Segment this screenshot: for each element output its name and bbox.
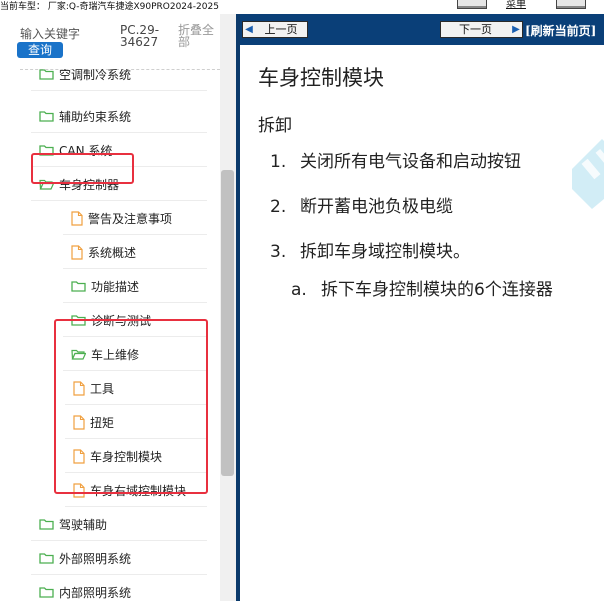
folder-icon: [39, 518, 54, 530]
divider: [31, 574, 207, 575]
page-nav-bar: ◀ 上一页 下一页 ▶ [刷新当前页]: [240, 14, 604, 45]
tree-item[interactable]: 驾驶辅助: [39, 509, 107, 539]
tree-item[interactable]: 功能描述: [71, 271, 139, 301]
divider: [31, 132, 207, 133]
tree-item-label: 功能描述: [91, 279, 140, 294]
search-input[interactable]: 输入关键字: [20, 25, 80, 42]
tree-item[interactable]: 系统概述: [71, 237, 136, 267]
arrow-right-icon: ▶: [512, 24, 520, 35]
document-icon: [71, 210, 83, 226]
divider: [31, 90, 207, 91]
highlight-box: [31, 153, 134, 184]
toolbar-icon[interactable]: [556, 0, 586, 9]
current-vehicle-info: 当前车型： 厂家:Q-奇瑞汽车捷途X90PRO2024-2025: [0, 2, 219, 12]
step-number: 1.: [270, 152, 287, 172]
prev-page-label: 上一页: [264, 23, 298, 36]
step-text: 断开蓄电池负极电缆: [300, 197, 453, 217]
content-panel: ◀ 上一页 下一页 ▶ [刷新当前页] 车身控制模块 拆卸 1. 关闭所有电气设备…: [236, 14, 604, 601]
refresh-page-link[interactable]: [刷新当前页]: [525, 22, 596, 39]
top-bar: 当前车型： 厂家:Q-奇瑞汽车捷途X90PRO2024-2025 菜单: [0, 0, 604, 14]
prev-page-button[interactable]: ◀ 上一页: [242, 21, 308, 38]
tree-item-label: 系统概述: [88, 245, 137, 260]
toolbar-icon[interactable]: [457, 0, 487, 9]
step-text: 关闭所有电气设备和启动按钮: [300, 152, 521, 172]
tree-item-label: 辅助约束系统: [59, 109, 132, 124]
tree-item-label: 警告及注意事项: [88, 211, 173, 226]
tree-item[interactable]: 警告及注意事项: [71, 203, 172, 233]
section-heading: 拆卸: [258, 116, 292, 136]
divider: [31, 540, 207, 541]
procedure-step: 2. 断开蓄电池负极电缆: [270, 192, 453, 217]
substep-letter: a.: [291, 280, 307, 300]
next-page-label: 下一页: [459, 23, 492, 36]
folder-icon: [39, 110, 54, 122]
next-page-button[interactable]: 下一页 ▶: [440, 21, 523, 38]
version-code: PC.29-34627: [120, 23, 160, 49]
highlight-box: [54, 319, 208, 494]
folder-icon: [39, 69, 54, 80]
step-text: 拆卸车身域控制模块。: [300, 242, 470, 262]
divider: [31, 200, 207, 201]
step-number: 2.: [270, 197, 287, 217]
tree-item-label: 驾驶辅助: [59, 517, 108, 532]
procedure-substep: a. 拆下车身控制模块的6个连接器: [291, 275, 553, 300]
divider: [63, 268, 207, 269]
step-number: 3.: [270, 242, 287, 262]
procedure-step: 1. 关闭所有电气设备和启动按钮: [270, 147, 521, 172]
menu-link[interactable]: 菜单: [506, 0, 526, 10]
search-button[interactable]: 查询: [17, 42, 63, 58]
collapse-all-button[interactable]: 折叠全部: [178, 24, 220, 48]
navigation-panel: 输入关键字 查询 PC.29-34627 折叠全部 空调制冷系统 辅助约束系统 CA…: [0, 14, 236, 601]
document-title: 车身控制模块: [258, 66, 384, 90]
divider: [63, 302, 207, 303]
scrollbar-thumb[interactable]: [221, 170, 234, 476]
tree-item[interactable]: 辅助约束系统: [39, 101, 131, 131]
divider: [63, 234, 207, 235]
divider: [65, 506, 207, 507]
arrow-left-icon: ◀: [245, 24, 253, 35]
tree-item-label: 外部照明系统: [59, 551, 132, 566]
substep-text: 拆下车身控制模块的6个连接器: [321, 280, 553, 300]
tree-item[interactable]: 外部照明系统: [39, 543, 131, 573]
folder-icon: [39, 586, 54, 598]
tree-item[interactable]: 空调制冷系统: [39, 69, 131, 89]
watermark-graphic: [572, 139, 604, 209]
folder-icon: [39, 552, 54, 564]
tree-item-label: 内部照明系统: [59, 585, 132, 600]
procedure-step: 3. 拆卸车身域控制模块。: [270, 237, 470, 262]
document-icon: [71, 244, 83, 260]
folder-icon: [71, 280, 86, 292]
tree-item[interactable]: 内部照明系统: [39, 577, 131, 601]
